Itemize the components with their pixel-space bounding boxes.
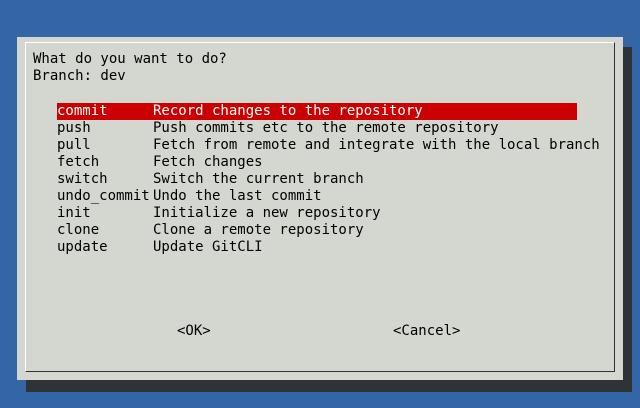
menu-item-clone[interactable]: clone Clone a remote repository xyxy=(57,222,577,239)
menu-item-tag: switch xyxy=(57,171,108,187)
menu-item-pull[interactable]: pull Fetch from remote and integrate wit… xyxy=(57,137,600,154)
ok-button[interactable]: <OK> xyxy=(177,323,211,340)
menu-item-commit[interactable]: commit Record changes to the repository xyxy=(57,103,577,120)
menu-item-description: Undo the last commit xyxy=(153,188,322,204)
menu-item-description: Fetch changes xyxy=(153,154,263,170)
menu-item-tag: undo_commit xyxy=(57,188,150,204)
menu-item-update[interactable]: update Update GitCLI xyxy=(57,239,577,256)
menu-item-tag: clone xyxy=(57,222,100,238)
menu-item-fetch[interactable]: fetch Fetch changes xyxy=(57,154,577,171)
menu-list: commit Record changes to the repository … xyxy=(57,103,600,256)
menu-item-description: Switch the current branch xyxy=(153,171,364,187)
menu-item-init[interactable]: init Initialize a new repository xyxy=(57,205,577,222)
menu-item-push[interactable]: push Push commits etc to the remote repo… xyxy=(57,120,577,137)
menu-item-switch[interactable]: switch Switch the current branch xyxy=(57,171,577,188)
menu-item-tag: commit xyxy=(57,103,108,119)
menu-item-description: Record changes to the repository xyxy=(153,103,423,119)
dialog-prompt: What do you want to do? xyxy=(33,51,227,67)
menu-item-undo-commit[interactable]: undo_commit Undo the last commit xyxy=(57,188,577,205)
menu-item-tag: fetch xyxy=(57,154,100,170)
menu-dialog: What do you want to do? Branch: dev comm… xyxy=(17,37,623,380)
menu-item-tag: pull xyxy=(57,137,91,153)
menu-item-description: Update GitCLI xyxy=(153,239,263,255)
menu-item-description: Initialize a new repository xyxy=(153,205,381,221)
cancel-button[interactable]: <Cancel> xyxy=(393,323,460,340)
menu-item-tag: init xyxy=(57,205,91,221)
branch-label: Branch: dev xyxy=(33,68,126,84)
menu-item-tag: push xyxy=(57,120,91,136)
menu-item-description: Clone a remote repository xyxy=(153,222,364,238)
menu-item-tag: update xyxy=(57,239,108,255)
menu-item-description: Fetch from remote and integrate with the… xyxy=(153,137,600,153)
menu-item-description: Push commits etc to the remote repositor… xyxy=(153,120,499,136)
